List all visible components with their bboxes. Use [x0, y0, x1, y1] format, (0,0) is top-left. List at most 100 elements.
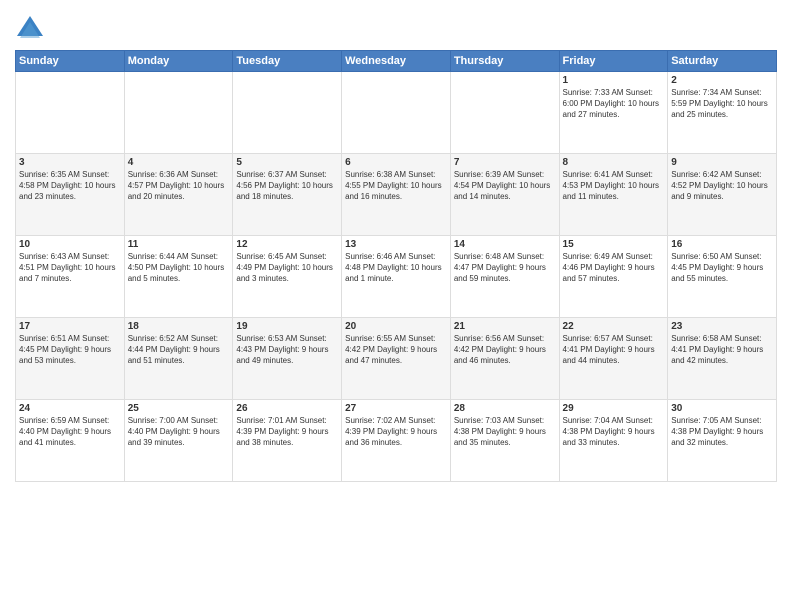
- day-cell: 27Sunrise: 7:02 AM Sunset: 4:39 PM Dayli…: [342, 400, 451, 482]
- day-info: Sunrise: 6:35 AM Sunset: 4:58 PM Dayligh…: [19, 170, 121, 202]
- day-number: 6: [345, 157, 447, 168]
- day-cell: 25Sunrise: 7:00 AM Sunset: 4:40 PM Dayli…: [124, 400, 233, 482]
- day-number: 5: [236, 157, 338, 168]
- day-cell: 21Sunrise: 6:56 AM Sunset: 4:42 PM Dayli…: [450, 318, 559, 400]
- day-number: 13: [345, 239, 447, 250]
- day-info: Sunrise: 6:49 AM Sunset: 4:46 PM Dayligh…: [563, 252, 665, 284]
- day-info: Sunrise: 7:33 AM Sunset: 6:00 PM Dayligh…: [563, 88, 665, 120]
- day-info: Sunrise: 6:39 AM Sunset: 4:54 PM Dayligh…: [454, 170, 556, 202]
- day-cell: 14Sunrise: 6:48 AM Sunset: 4:47 PM Dayli…: [450, 236, 559, 318]
- header-row: SundayMondayTuesdayWednesdayThursdayFrid…: [16, 51, 777, 72]
- day-cell: 9 Sunrise: 6:42 AM Sunset: 4:52 PM Daylig…: [668, 154, 777, 236]
- day-info: Sunrise: 6:36 AM Sunset: 4:57 PM Dayligh…: [128, 170, 230, 202]
- day-cell: 30 Sunrise: 7:05 AM Sunset: 4:38 PM Dayli…: [668, 400, 777, 482]
- day-info: Sunrise: 6:37 AM Sunset: 4:56 PM Dayligh…: [236, 170, 338, 202]
- day-info: Sunrise: 6:45 AM Sunset: 4:49 PM Dayligh…: [236, 252, 338, 284]
- day-number: 22: [563, 321, 665, 332]
- day-info: Sunrise: 6:50 AM Sunset: 4:45 PM Dayligh…: [671, 252, 773, 284]
- day-cell: [233, 72, 342, 154]
- day-info: Sunrise: 6:44 AM Sunset: 4:50 PM Dayligh…: [128, 252, 230, 284]
- header-cell-sunday: Sunday: [16, 51, 125, 72]
- week-row-1: 1 Sunrise: 7:33 AM Sunset: 6:00 PM Daylig…: [16, 72, 777, 154]
- day-cell: 20 Sunrise: 6:55 AM Sunset: 4:42 PM Dayli…: [342, 318, 451, 400]
- day-number: 10: [19, 239, 121, 250]
- day-number: 18: [128, 321, 230, 332]
- day-cell: 12 Sunrise: 6:45 AM Sunset: 4:49 PM Dayli…: [233, 236, 342, 318]
- day-cell: 24 Sunrise: 6:59 AM Sunset: 4:40 PM Dayli…: [16, 400, 125, 482]
- day-cell: 19Sunrise: 6:53 AM Sunset: 4:43 PM Dayli…: [233, 318, 342, 400]
- day-number: 19: [236, 321, 338, 332]
- week-row-4: 17 Sunrise: 6:51 AM Sunset: 4:45 PM Dayli…: [16, 318, 777, 400]
- logo: [15, 14, 49, 44]
- day-number: 15: [563, 239, 665, 250]
- day-info: Sunrise: 6:41 AM Sunset: 4:53 PM Dayligh…: [563, 170, 665, 202]
- day-number: 30: [671, 403, 773, 414]
- day-number: 14: [454, 239, 556, 250]
- day-number: 25: [128, 403, 230, 414]
- day-cell: 4 Sunrise: 6:36 AM Sunset: 4:57 PM Daylig…: [124, 154, 233, 236]
- day-info: Sunrise: 7:34 AM Sunset: 5:59 PM Dayligh…: [671, 88, 773, 120]
- day-number: 12: [236, 239, 338, 250]
- day-number: 11: [128, 239, 230, 250]
- day-number: 21: [454, 321, 556, 332]
- day-number: 20: [345, 321, 447, 332]
- day-cell: 13 Sunrise: 6:46 AM Sunset: 4:48 PM Dayli…: [342, 236, 451, 318]
- day-cell: 11 Sunrise: 6:44 AM Sunset: 4:50 PM Dayli…: [124, 236, 233, 318]
- day-info: Sunrise: 6:55 AM Sunset: 4:42 PM Dayligh…: [345, 334, 447, 366]
- day-number: 4: [128, 157, 230, 168]
- day-info: Sunrise: 6:59 AM Sunset: 4:40 PM Dayligh…: [19, 416, 121, 448]
- day-cell: 22 Sunrise: 6:57 AM Sunset: 4:41 PM Dayli…: [559, 318, 668, 400]
- day-info: Sunrise: 6:58 AM Sunset: 4:41 PM Dayligh…: [671, 334, 773, 366]
- week-row-3: 10 Sunrise: 6:43 AM Sunset: 4:51 PM Dayli…: [16, 236, 777, 318]
- day-cell: 7Sunrise: 6:39 AM Sunset: 4:54 PM Daylig…: [450, 154, 559, 236]
- day-cell: [450, 72, 559, 154]
- day-number: 1: [563, 75, 665, 86]
- header-cell-saturday: Saturday: [668, 51, 777, 72]
- day-cell: 8 Sunrise: 6:41 AM Sunset: 4:53 PM Daylig…: [559, 154, 668, 236]
- header: [15, 10, 777, 44]
- day-info: Sunrise: 7:05 AM Sunset: 4:38 PM Dayligh…: [671, 416, 773, 448]
- day-cell: 10 Sunrise: 6:43 AM Sunset: 4:51 PM Dayli…: [16, 236, 125, 318]
- week-row-5: 24 Sunrise: 6:59 AM Sunset: 4:40 PM Dayli…: [16, 400, 777, 482]
- header-cell-monday: Monday: [124, 51, 233, 72]
- day-cell: 26Sunrise: 7:01 AM Sunset: 4:39 PM Dayli…: [233, 400, 342, 482]
- day-number: 8: [563, 157, 665, 168]
- day-number: 27: [345, 403, 447, 414]
- day-cell: [124, 72, 233, 154]
- day-info: Sunrise: 6:46 AM Sunset: 4:48 PM Dayligh…: [345, 252, 447, 284]
- day-info: Sunrise: 6:51 AM Sunset: 4:45 PM Dayligh…: [19, 334, 121, 366]
- day-cell: 18 Sunrise: 6:52 AM Sunset: 4:44 PM Dayli…: [124, 318, 233, 400]
- day-cell: 1 Sunrise: 7:33 AM Sunset: 6:00 PM Daylig…: [559, 72, 668, 154]
- day-number: 2: [671, 75, 773, 86]
- day-info: Sunrise: 6:43 AM Sunset: 4:51 PM Dayligh…: [19, 252, 121, 284]
- day-info: Sunrise: 6:42 AM Sunset: 4:52 PM Dayligh…: [671, 170, 773, 202]
- day-cell: 16 Sunrise: 6:50 AM Sunset: 4:45 PM Dayli…: [668, 236, 777, 318]
- day-number: 28: [454, 403, 556, 414]
- header-cell-tuesday: Tuesday: [233, 51, 342, 72]
- week-row-2: 3Sunrise: 6:35 AM Sunset: 4:58 PM Daylig…: [16, 154, 777, 236]
- header-cell-thursday: Thursday: [450, 51, 559, 72]
- logo-icon: [15, 14, 45, 44]
- day-cell: 28 Sunrise: 7:03 AM Sunset: 4:38 PM Dayli…: [450, 400, 559, 482]
- day-cell: 5 Sunrise: 6:37 AM Sunset: 4:56 PM Daylig…: [233, 154, 342, 236]
- header-cell-friday: Friday: [559, 51, 668, 72]
- day-cell: 6 Sunrise: 6:38 AM Sunset: 4:55 PM Daylig…: [342, 154, 451, 236]
- calendar-table: SundayMondayTuesdayWednesdayThursdayFrid…: [15, 50, 777, 482]
- day-number: 16: [671, 239, 773, 250]
- day-number: 24: [19, 403, 121, 414]
- day-cell: 17 Sunrise: 6:51 AM Sunset: 4:45 PM Dayli…: [16, 318, 125, 400]
- day-info: Sunrise: 7:04 AM Sunset: 4:38 PM Dayligh…: [563, 416, 665, 448]
- day-number: 29: [563, 403, 665, 414]
- day-cell: [342, 72, 451, 154]
- day-number: 17: [19, 321, 121, 332]
- day-cell: 3Sunrise: 6:35 AM Sunset: 4:58 PM Daylig…: [16, 154, 125, 236]
- day-info: Sunrise: 7:03 AM Sunset: 4:38 PM Dayligh…: [454, 416, 556, 448]
- calendar-body: 1 Sunrise: 7:33 AM Sunset: 6:00 PM Daylig…: [16, 72, 777, 482]
- day-cell: 2 Sunrise: 7:34 AM Sunset: 5:59 PM Daylig…: [668, 72, 777, 154]
- day-info: Sunrise: 6:57 AM Sunset: 4:41 PM Dayligh…: [563, 334, 665, 366]
- day-cell: 15 Sunrise: 6:49 AM Sunset: 4:46 PM Dayli…: [559, 236, 668, 318]
- day-number: 9: [671, 157, 773, 168]
- calendar-header: SundayMondayTuesdayWednesdayThursdayFrid…: [16, 51, 777, 72]
- day-info: Sunrise: 6:38 AM Sunset: 4:55 PM Dayligh…: [345, 170, 447, 202]
- day-info: Sunrise: 6:52 AM Sunset: 4:44 PM Dayligh…: [128, 334, 230, 366]
